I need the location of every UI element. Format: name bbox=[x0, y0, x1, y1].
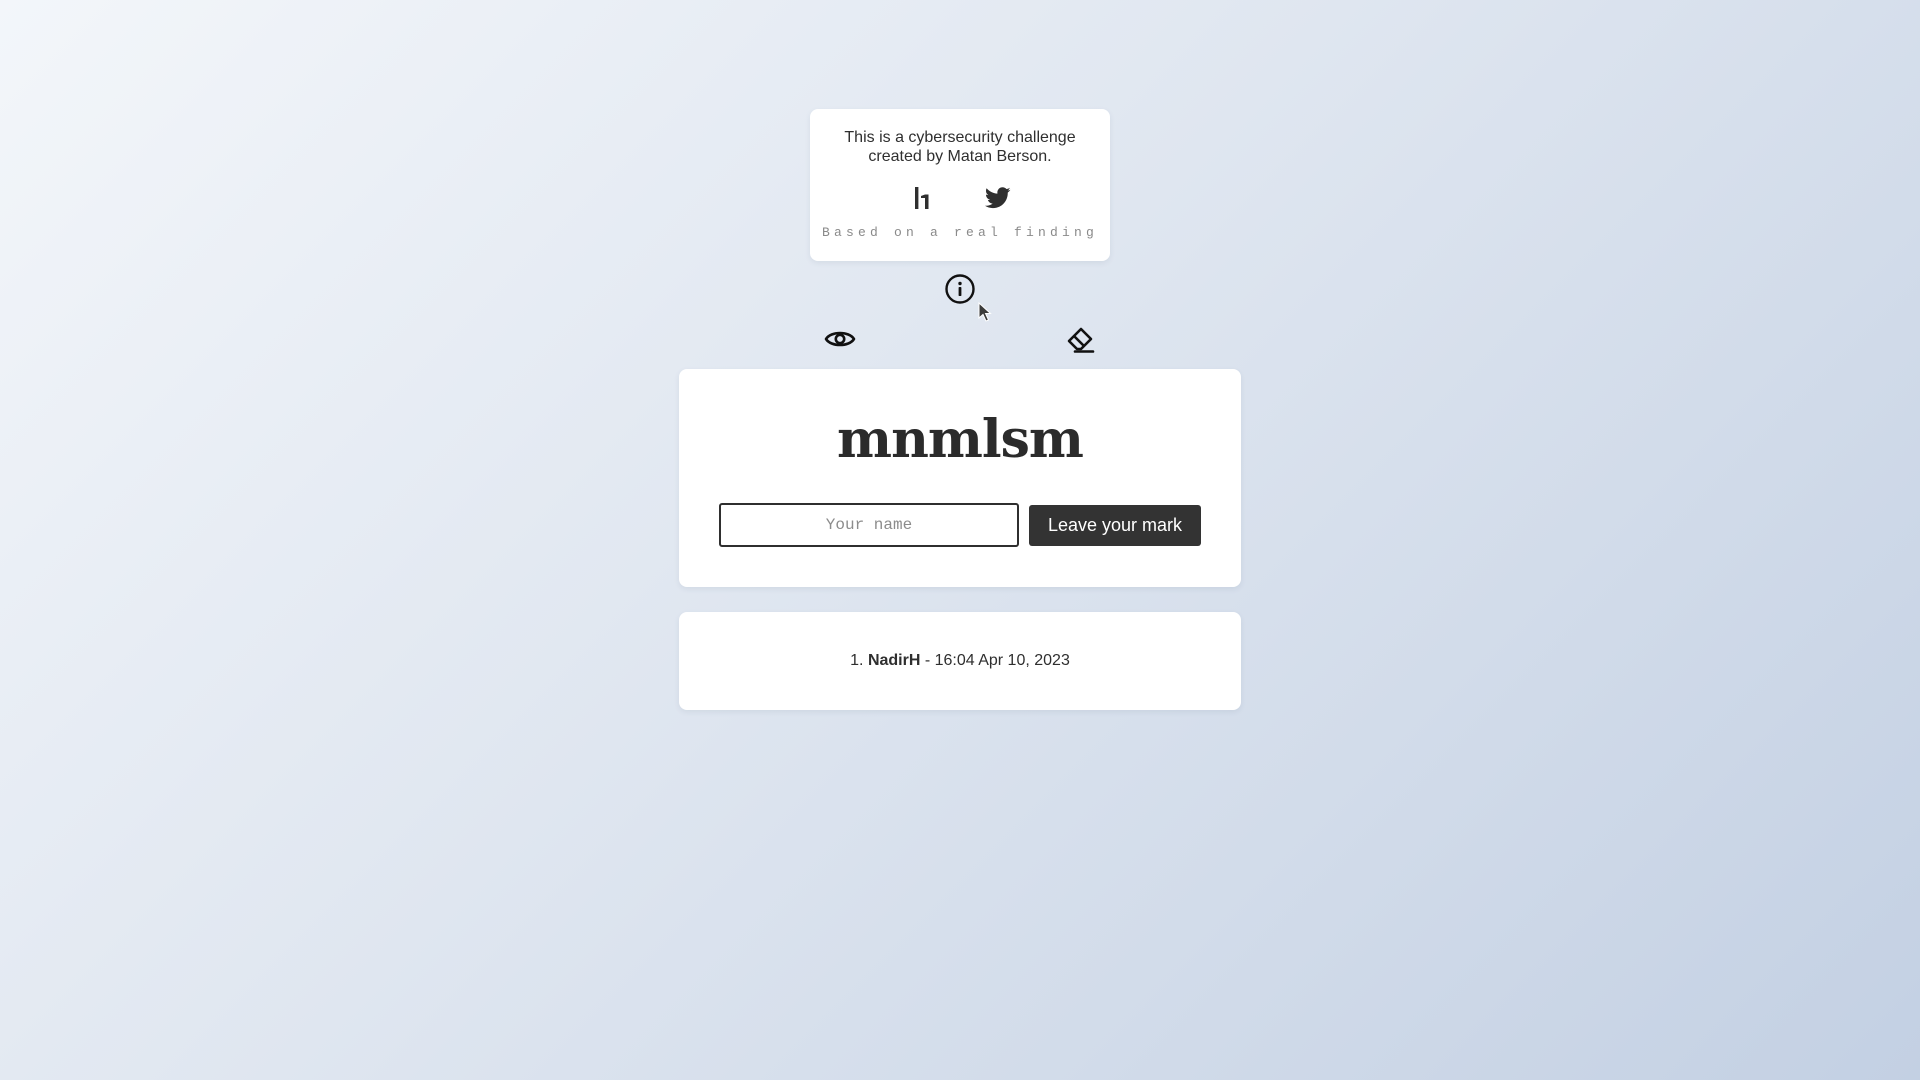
entry-separator: - bbox=[920, 652, 935, 669]
main-card: mnmlsm Leave your mark bbox=[679, 369, 1241, 587]
info-text: This is a cybersecurity challenge create… bbox=[844, 129, 1076, 165]
hackerone-icon[interactable] bbox=[909, 185, 935, 211]
eye-icon[interactable] bbox=[823, 322, 857, 356]
real-finding-note: Based on a real finding bbox=[821, 225, 1099, 240]
twitter-icon[interactable] bbox=[985, 185, 1011, 211]
social-links bbox=[810, 183, 1110, 213]
entry-timestamp: 16:04 Apr 10, 2023 bbox=[934, 652, 1070, 669]
app-title: mnmlsm bbox=[837, 409, 1084, 470]
name-input[interactable] bbox=[719, 503, 1019, 547]
entry-name: NadirH bbox=[867, 652, 921, 669]
info-circle-icon[interactable] bbox=[943, 272, 977, 306]
leave-mark-button[interactable]: Leave your mark bbox=[1029, 505, 1201, 546]
eraser-icon[interactable] bbox=[1063, 322, 1097, 356]
leaderboard: 1. NadirH - 16:04 Apr 10, 2023 bbox=[679, 612, 1241, 710]
entry-rank: 1. bbox=[850, 652, 864, 669]
info-popover: This is a cybersecurity challenge create… bbox=[810, 109, 1110, 261]
leaderboard-entry: 1. NadirH - 16:04 Apr 10, 2023 bbox=[850, 652, 1070, 670]
mouse-cursor-icon bbox=[978, 301, 992, 322]
